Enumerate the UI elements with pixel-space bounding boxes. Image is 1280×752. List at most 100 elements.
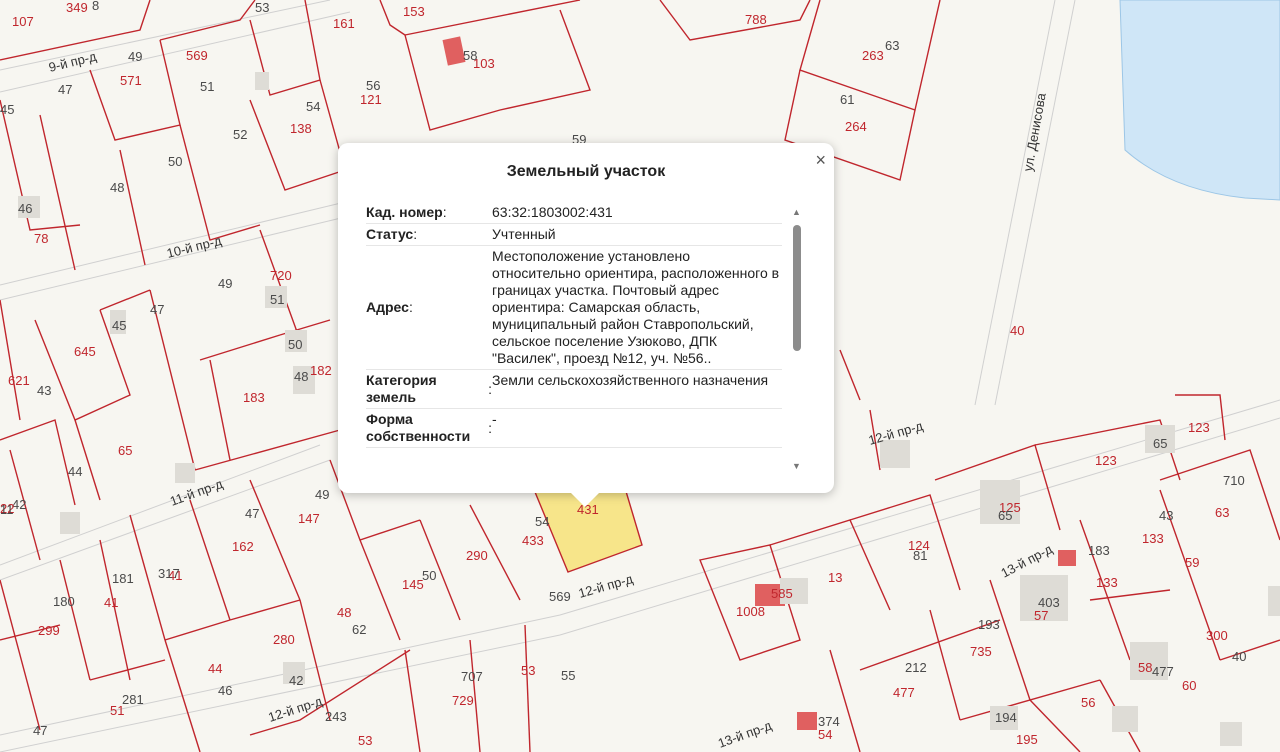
parcel-number-label: 41 [104, 595, 118, 610]
parcel-number-label: 47 [150, 302, 164, 317]
parcel-number-label: 212 [905, 660, 927, 675]
parcel-number-label: 78 [34, 231, 48, 246]
parcel-number-label: 243 [325, 709, 347, 724]
parcel-number-label: 645 [74, 344, 96, 359]
parcel-number-label: 49 [315, 487, 329, 502]
parcel-number-label: 349 [66, 0, 88, 15]
scroll-down-icon[interactable]: ▼ [792, 461, 801, 471]
parcel-number-label: 182 [310, 363, 332, 378]
info-row-land-category: Категория земель: Земли сельскохозяйстве… [366, 370, 782, 409]
parcel-number-label: 50 [288, 337, 302, 352]
parcel-number-label: 729 [452, 693, 474, 708]
parcel-number-label: 138 [290, 121, 312, 136]
parcel-number-label: 194 [995, 710, 1017, 725]
parcel-number-label: 123 [1095, 453, 1117, 468]
parcel-number-label: 621 [8, 373, 30, 388]
parcel-number-label: 193 [978, 617, 1000, 632]
parcel-number-label: 53 [521, 663, 535, 678]
parcel-number-label: 433 [522, 533, 544, 548]
parcel-number-label: 123 [1188, 420, 1210, 435]
parcel-number-label: 43 [37, 383, 51, 398]
parcel-number-label: 50 [422, 568, 436, 583]
parcel-number-label: 52 [233, 127, 247, 142]
parcel-number-label: 60 [1182, 678, 1196, 693]
parcel-number-label: 53 [255, 0, 269, 15]
info-label: Форма собственности [366, 411, 471, 444]
parcel-number-label: 54 [535, 514, 549, 529]
parcel-number-label: 49 [218, 276, 232, 291]
parcel-number-label: 145 [402, 577, 424, 592]
parcel-number-label: 63 [1215, 505, 1229, 520]
parcel-number-label: 183 [243, 390, 265, 405]
parcel-number-label: 55 [561, 668, 575, 683]
info-value: - [492, 411, 497, 427]
parcel-number-label: 56 [1081, 695, 1095, 710]
parcel-number-label: 121 [360, 92, 382, 107]
parcel-number-label: 48 [337, 605, 351, 620]
parcel-number-label: 40 [1232, 649, 1246, 664]
info-value: Земли сельскохозяйственного назначения [492, 372, 769, 388]
parcel-number-label: 46 [218, 683, 232, 698]
parcel-number-label: 161 [333, 16, 355, 31]
parcel-number-label: 46 [18, 201, 32, 216]
parcel-number-label: 65 [118, 443, 132, 458]
parcel-number-label: 45 [112, 318, 126, 333]
parcel-number-label: 42 [289, 673, 303, 688]
scrollbar-thumb[interactable] [793, 225, 801, 351]
parcel-number-label: 47 [33, 723, 47, 738]
info-row-status: Статус: Учтенный [366, 224, 782, 246]
parcel-number-label: 81 [913, 548, 927, 563]
parcel-number-label: 477 [1152, 664, 1174, 679]
parcel-number-label: 59 [1185, 555, 1199, 570]
parcel-number-label: 65 [1153, 436, 1167, 451]
parcel-number-label: 107 [12, 14, 34, 29]
parcel-number-label: 788 [745, 12, 767, 27]
parcel-number-label: 153 [403, 4, 425, 19]
parcel-number-label: 735 [970, 644, 992, 659]
parcel-number-label: 569 [186, 48, 208, 63]
parcel-number-label: 585 [771, 586, 793, 601]
info-label: Категория земель [366, 372, 437, 405]
parcel-number-label: 133 [1142, 531, 1164, 546]
parcel-number-label: 300 [1206, 628, 1228, 643]
parcel-number-label: 51 [110, 703, 124, 718]
parcel-number-label: 290 [466, 548, 488, 563]
parcel-number-label: 49 [128, 49, 142, 64]
info-row-address: Адрес: Местоположение установлено относи… [366, 246, 782, 370]
parcel-number-label: 53 [358, 733, 372, 748]
parcel-number-label: 50 [168, 154, 182, 169]
parcel-number-label: 133 [1096, 575, 1118, 590]
parcel-number-label: 180 [53, 594, 75, 609]
parcel-number-label: 183 [1088, 543, 1110, 558]
parcel-number-label: 707 [461, 669, 483, 684]
parcel-number-label: 13 [828, 570, 842, 585]
parcel-number-label: 299 [38, 623, 60, 638]
parcel-number-label: 317 [158, 566, 180, 581]
info-value: Учтенный [492, 226, 556, 242]
parcel-number-label: 280 [273, 632, 295, 647]
parcel-number-label: 147 [298, 511, 320, 526]
parcel-number-label: 710 [1223, 473, 1245, 488]
parcel-number-label: 569 [549, 589, 571, 604]
parcel-number-label: 40 [1010, 323, 1024, 338]
parcel-number-label: 44 [68, 464, 82, 479]
parcel-number-label: 58 [1138, 660, 1152, 675]
info-table: Кад. номер: 63:32:1803002:431 Статус: Уч… [366, 202, 782, 472]
parcel-number-label: 571 [120, 73, 142, 88]
parcel-number-label: 195 [1016, 732, 1038, 747]
parcel-number-label: 61 [840, 92, 854, 107]
parcel-info-popup: Земельный участок × Кад. номер: 63:32:18… [338, 143, 834, 507]
close-icon[interactable]: × [815, 150, 826, 171]
info-label: Кад. номер [366, 204, 443, 220]
info-value: 63:32:1803002:431 [492, 204, 613, 220]
popup-title: Земельный участок [506, 163, 666, 180]
parcel-number-label: 43 [1159, 508, 1173, 523]
info-label: Статус [366, 226, 414, 242]
parcel-number-label: 8 [92, 0, 99, 13]
scroll-up-icon[interactable]: ▲ [792, 207, 801, 217]
parcel-number-label: 477 [893, 685, 915, 700]
parcel-number-label: 56 [366, 78, 380, 93]
parcel-number-label: 264 [845, 119, 867, 134]
parcel-number-label: 58 [463, 48, 477, 63]
popup-scrollbar[interactable]: ▲ ▼ [792, 207, 802, 471]
